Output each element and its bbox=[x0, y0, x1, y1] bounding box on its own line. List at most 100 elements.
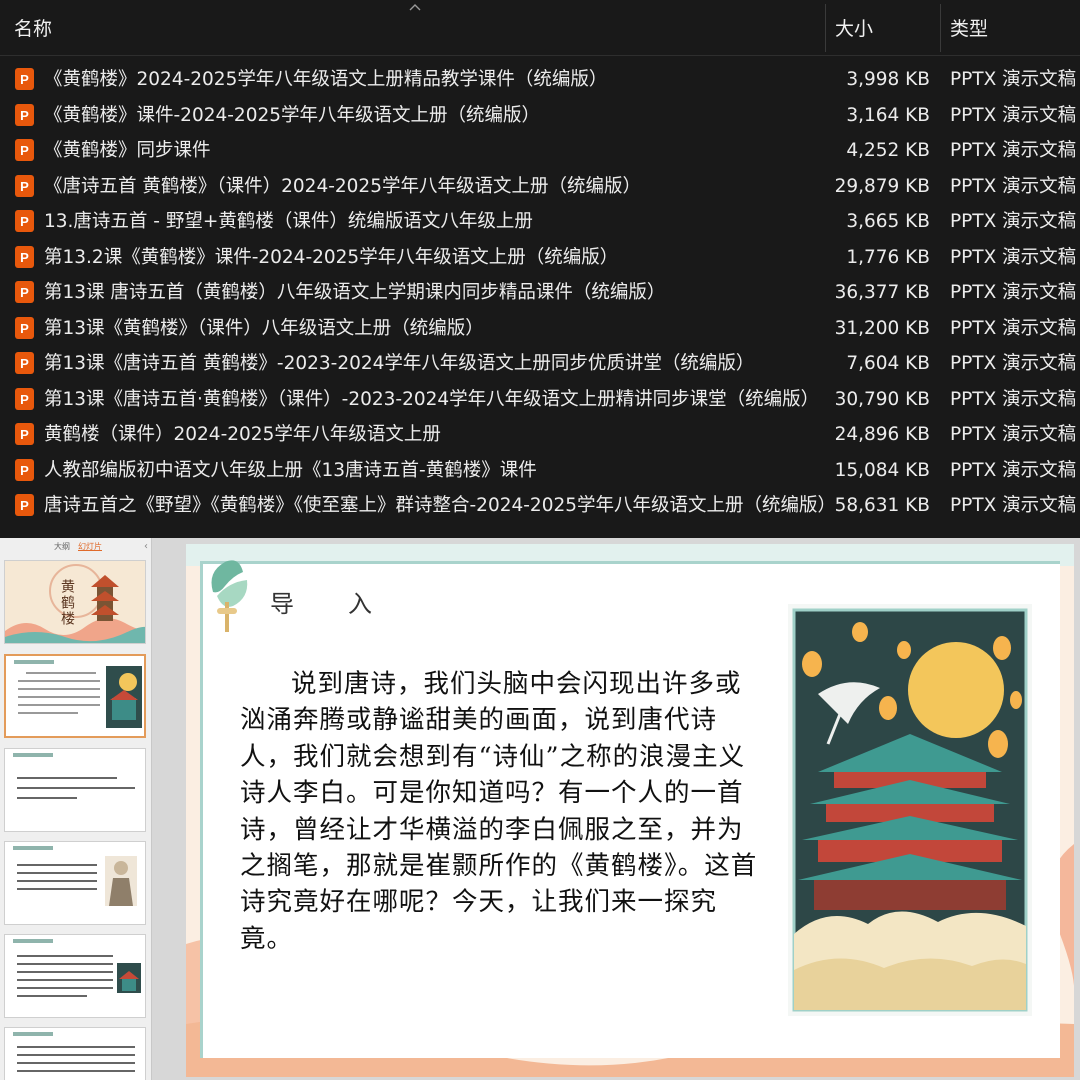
pptx-file-icon: P bbox=[15, 352, 34, 374]
thumb-header-bar bbox=[14, 660, 54, 664]
file-type: PPTX 演示文稿 bbox=[950, 353, 1077, 374]
slide-thumbnail[interactable]: 黄鹤楼 bbox=[4, 560, 146, 644]
svg-text:P: P bbox=[20, 356, 29, 371]
svg-text:P: P bbox=[20, 143, 29, 158]
svg-text:P: P bbox=[20, 427, 29, 442]
column-size-header[interactable]: 大小 bbox=[835, 0, 873, 56]
file-row[interactable]: P 13.唐诗五首 - 野望+黄鹤楼（课件）统编版语文八年级上册 3,665 K… bbox=[0, 204, 1080, 240]
svg-text:P: P bbox=[20, 214, 29, 229]
pptx-file-icon: P bbox=[15, 68, 34, 90]
file-row[interactable]: P 第13课 唐诗五首（黄鹤楼）八年级语文上学期课内同步精品课件（统编版） 36… bbox=[0, 275, 1080, 311]
file-row[interactable]: P 黄鹤楼（课件）2024-2025学年八年级语文上册 24,896 KB PP… bbox=[0, 417, 1080, 453]
pptx-file-icon: P bbox=[15, 245, 34, 268]
file-row[interactable]: P 唐诗五首之《野望》《黄鹤楼》《使至塞上》群诗整合-2024-2025学年八年… bbox=[0, 488, 1080, 524]
thumb-text-line bbox=[17, 797, 77, 799]
file-name: 《黄鹤楼》课件-2024-2025学年八年级语文上册（统编版） bbox=[44, 104, 541, 126]
svg-text:P: P bbox=[20, 179, 29, 194]
file-type: PPTX 演示文稿 bbox=[950, 495, 1077, 516]
file-name: 第13课《唐诗五首 黄鹤楼》-2023-2024学年八年级语文上册同步优质讲堂（… bbox=[44, 353, 755, 374]
file-name: 《唐诗五首 黄鹤楼》（课件）2024-2025学年八年级语文上册（统编版） bbox=[44, 175, 641, 197]
file-row[interactable]: P 第13课《唐诗五首 黄鹤楼》-2023-2024学年八年级语文上册同步优质讲… bbox=[0, 346, 1080, 382]
file-size: 29,879 KB bbox=[834, 175, 930, 197]
file-size: 3,665 KB bbox=[846, 211, 930, 232]
pptx-file-icon: P bbox=[15, 316, 34, 339]
file-type: PPTX 演示文稿 bbox=[950, 140, 1077, 161]
sort-ascending-icon[interactable] bbox=[409, 2, 421, 12]
file-size: 24,896 KB bbox=[834, 424, 930, 445]
tab-outline[interactable]: 大纲 bbox=[54, 541, 70, 552]
thumb-text-line bbox=[17, 971, 113, 973]
pptx-file-icon: P bbox=[15, 494, 34, 516]
slide-thumbnail[interactable] bbox=[4, 841, 146, 925]
file-type: PPTX 演示文稿 bbox=[950, 459, 1077, 481]
thumb-text-line bbox=[17, 987, 113, 989]
file-name: 人教部编版初中语文八年级上册《13唐诗五首-黄鹤楼》课件 bbox=[44, 459, 537, 481]
file-type: PPTX 演示文稿 bbox=[950, 211, 1077, 232]
slide-title-char-1: 导 bbox=[270, 590, 296, 618]
file-row[interactable]: P 《黄鹤楼》课件-2024-2025学年八年级语文上册（统编版） 3,164 … bbox=[0, 98, 1080, 134]
column-divider[interactable] bbox=[825, 4, 826, 52]
file-row[interactable]: P 人教部编版初中语文八年级上册《13唐诗五首-黄鹤楼》课件 15,084 KB… bbox=[0, 453, 1080, 489]
file-name: 第13课《黄鹤楼》（课件）八年级语文上册（统编版） bbox=[44, 317, 484, 339]
file-list: P 《黄鹤楼》2024-2025学年八年级语文上册精品教学课件（统编版） 3,9… bbox=[0, 62, 1080, 524]
file-row[interactable]: P 第13.2课《黄鹤楼》课件-2024-2025学年八年级语文上册（统编版） … bbox=[0, 240, 1080, 276]
file-size: 3,998 KB bbox=[846, 69, 930, 90]
pptx-file-icon: P bbox=[15, 103, 34, 126]
thumb-text-line bbox=[17, 880, 97, 882]
file-row[interactable]: P 《黄鹤楼》同步课件 4,252 KB PPTX 演示文稿 bbox=[0, 133, 1080, 169]
thumb-text-line bbox=[26, 672, 96, 674]
thumb-illustration bbox=[117, 963, 141, 993]
thumb-portrait bbox=[105, 856, 137, 906]
thumb-text-line bbox=[17, 1054, 135, 1056]
file-size: 3,164 KB bbox=[846, 104, 930, 126]
slide-thumbnail[interactable] bbox=[4, 748, 146, 832]
column-type-header[interactable]: 类型 bbox=[950, 0, 988, 56]
file-name: 唐诗五首之《野望》《黄鹤楼》《使至塞上》群诗整合-2024-2025学年八年级语… bbox=[44, 495, 834, 516]
thumb-text-line bbox=[18, 712, 78, 714]
slide-thumbnail[interactable] bbox=[4, 934, 146, 1018]
file-type: PPTX 演示文稿 bbox=[950, 317, 1077, 339]
file-row[interactable]: P 第13课《黄鹤楼》（课件）八年级语文上册（统编版） 31,200 KB PP… bbox=[0, 311, 1080, 347]
tab-slides[interactable]: 幻灯片 bbox=[78, 541, 102, 552]
svg-text:P: P bbox=[20, 392, 29, 407]
thumb-text-line bbox=[17, 979, 113, 981]
file-size: 4,252 KB bbox=[846, 140, 930, 161]
thumb-text-line bbox=[17, 872, 97, 874]
file-row[interactable]: P 第13课《唐诗五首·黄鹤楼》（课件）-2023-2024学年八年级语文上册精… bbox=[0, 382, 1080, 418]
panel-tabs: 大纲 幻灯片 ‹ bbox=[0, 538, 152, 556]
file-row[interactable]: P 《黄鹤楼》2024-2025学年八年级语文上册精品教学课件（统编版） 3,9… bbox=[0, 62, 1080, 98]
slide-thumbnail-selected[interactable] bbox=[4, 654, 146, 738]
pptx-file-icon: P bbox=[15, 210, 34, 232]
svg-text:P: P bbox=[20, 250, 29, 265]
file-name: 《黄鹤楼》同步课件 bbox=[44, 140, 211, 161]
column-name-header[interactable]: 名称 bbox=[14, 0, 52, 56]
thumb-text-line bbox=[17, 777, 117, 779]
leaf-decoration-icon bbox=[211, 560, 248, 632]
file-type: PPTX 演示文稿 bbox=[950, 175, 1077, 197]
slide-title-char-2: 入 bbox=[348, 590, 372, 618]
yellow-crane-tower-illustration bbox=[788, 604, 1032, 1016]
file-row[interactable]: P 《唐诗五首 黄鹤楼》（课件）2024-2025学年八年级语文上册（统编版） … bbox=[0, 169, 1080, 205]
svg-text:P: P bbox=[20, 285, 29, 300]
file-type: PPTX 演示文稿 bbox=[950, 282, 1077, 303]
pptx-file-icon: P bbox=[15, 387, 34, 410]
file-name: 第13课 唐诗五首（黄鹤楼）八年级语文上学期课内同步精品课件（统编版） bbox=[44, 282, 666, 303]
thumb-header-bar bbox=[13, 753, 53, 757]
column-header: 名称 大小 类型 bbox=[0, 0, 1080, 56]
file-size: 58,631 KB bbox=[834, 495, 930, 516]
slide-thumbnail[interactable] bbox=[4, 1027, 146, 1080]
collapse-icon[interactable]: ‹ bbox=[144, 541, 148, 552]
slide-body-text[interactable]: 说到唐诗，我们头脑中会闪现出许多或汹涌奔腾或静谧甜美的画面，说到唐代诗人，我们就… bbox=[240, 666, 760, 957]
column-divider[interactable] bbox=[940, 4, 941, 52]
file-name: 13.唐诗五首 - 野望+黄鹤楼（课件）统编版语文八年级上册 bbox=[44, 211, 533, 232]
file-size: 36,377 KB bbox=[834, 282, 930, 303]
thumb-text-line bbox=[17, 787, 135, 789]
pptx-file-icon: P bbox=[15, 423, 34, 445]
svg-text:P: P bbox=[20, 498, 29, 513]
svg-text:P: P bbox=[20, 463, 29, 478]
svg-text:P: P bbox=[20, 321, 29, 336]
thumb-header-bar bbox=[13, 846, 53, 850]
thumb-title: 黄鹤楼 bbox=[59, 579, 75, 627]
thumb-text-line bbox=[17, 888, 97, 890]
slide-thumbnail-panel[interactable]: 大纲 幻灯片 ‹ 黄鹤楼 bbox=[0, 538, 152, 1080]
